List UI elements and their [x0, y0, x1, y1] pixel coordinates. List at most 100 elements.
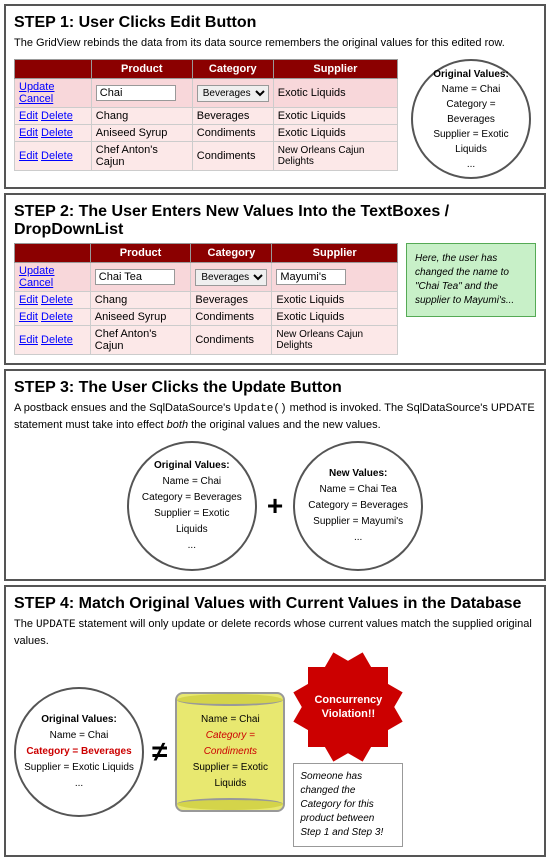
table-row: Update Cancel Beverages Exotic Liquids	[15, 79, 398, 108]
delete-link[interactable]: Delete	[41, 311, 73, 323]
col-actions	[15, 244, 91, 263]
supplier-input[interactable]	[276, 269, 346, 285]
cylinder-db: Name = Chai Category = Condiments Suppli…	[175, 692, 285, 812]
product-cell: Aniseed Syrup	[91, 125, 192, 142]
col-actions	[15, 60, 92, 79]
step3-original-circle: Original Values: Name = Chai Category = …	[127, 441, 257, 571]
step1-section: STEP 1: User Clicks Edit Button The Grid…	[4, 4, 546, 189]
product-input[interactable]	[95, 269, 175, 285]
update-link[interactable]: Update	[19, 265, 54, 277]
supplier-cell: Exotic Liquids	[273, 108, 397, 125]
step3-title: STEP 3: The User Clicks the Update Butto…	[14, 379, 536, 397]
table-row: Edit Delete Aniseed Syrup Condiments Exo…	[15, 309, 398, 326]
table-row: Update Cancel Beverages	[15, 263, 398, 292]
step4-original-text: Original Values: Name = Chai Category = …	[24, 712, 134, 792]
cancel-link[interactable]: Cancel	[19, 93, 53, 105]
concurrency-starburst: ConcurrencyViolation!!	[298, 657, 398, 757]
step3-original-text: Original Values: Name = Chai Category = …	[139, 458, 245, 554]
edit-link[interactable]: Edit	[19, 334, 38, 346]
table-row: Edit Delete Chef Anton's Cajun Condiment…	[15, 326, 398, 355]
step2-note: Here, the user has changed the name to "…	[406, 243, 536, 317]
cancel-link[interactable]: Cancel	[19, 277, 53, 289]
step2-title: STEP 2: The User Enters New Values Into …	[14, 203, 536, 239]
category-cell: Beverages	[191, 292, 272, 309]
product-cell: Chang	[90, 292, 191, 309]
row-actions: Edit Delete	[15, 108, 92, 125]
step3-section: STEP 3: The User Clicks the Update Butto…	[4, 369, 546, 581]
row-actions: Edit Delete	[15, 292, 91, 309]
supplier-cell: Exotic Liquids	[273, 79, 397, 108]
category-cell: Condiments	[191, 326, 272, 355]
green-note-box: Here, the user has changed the name to "…	[406, 243, 536, 317]
step3-desc: A postback ensues and the SqlDataSource'…	[14, 401, 536, 433]
category-cell: Condiments	[192, 142, 273, 171]
edit-link[interactable]: Edit	[19, 110, 38, 122]
product-input[interactable]	[96, 85, 176, 101]
row-actions: Update Cancel	[15, 263, 91, 292]
step3-new-text: New Values: Name = Chai Tea Category = B…	[308, 466, 408, 546]
step4-cylinder: Name = Chai Category = Condiments Suppli…	[175, 692, 285, 812]
starburst-text: ConcurrencyViolation!!	[314, 693, 382, 722]
row-actions: Edit Delete	[15, 125, 92, 142]
category-cell: Beverages	[191, 263, 272, 292]
category-select[interactable]: Beverages	[195, 269, 267, 286]
original-values-circle: Original Values: Name = Chai Category = …	[411, 59, 531, 179]
delete-link[interactable]: Delete	[41, 150, 73, 162]
product-cell: Chang	[91, 108, 192, 125]
step1-title: STEP 1: User Clicks Edit Button	[14, 14, 536, 32]
supplier-cell: Exotic Liquids	[272, 292, 398, 309]
category-cell: Beverages	[192, 79, 273, 108]
original-values-text: Original Values: Name = Chai Category = …	[423, 67, 519, 172]
step2-section: STEP 2: The User Enters New Values Into …	[4, 193, 546, 365]
step2-table-area: Product Category Supplier Update Cancel	[14, 243, 398, 355]
product-cell: Aniseed Syrup	[90, 309, 191, 326]
edit-link[interactable]: Edit	[19, 150, 38, 162]
step4-desc: The UPDATE statement will only update or…	[14, 617, 536, 649]
update-link[interactable]: Update	[19, 81, 54, 93]
product-cell: Chef Anton's Cajun	[91, 142, 192, 171]
step3-new-circle: New Values: Name = Chai Tea Category = B…	[293, 441, 423, 571]
table-row: Edit Delete Chang Beverages Exotic Liqui…	[15, 108, 398, 125]
table-row: Edit Delete Aniseed Syrup Condiments Exo…	[15, 125, 398, 142]
col-supplier: Supplier	[273, 60, 397, 79]
step2-table: Product Category Supplier Update Cancel	[14, 243, 398, 355]
table-row: Edit Delete Chang Beverages Exotic Liqui…	[15, 292, 398, 309]
category-cell: Condiments	[192, 125, 273, 142]
category-cell: Beverages	[192, 108, 273, 125]
supplier-cell: New Orleans Cajun Delights	[272, 326, 398, 355]
step1-original-values: Original Values: Name = Chai Category = …	[406, 59, 536, 179]
step4-content: Original Values: Name = Chai Category = …	[14, 657, 536, 847]
concurrency-note: Someone has changed the Category for thi…	[293, 763, 403, 847]
step1-content: Product Category Supplier Update Cancel	[14, 59, 536, 179]
edit-link[interactable]: Edit	[19, 311, 38, 323]
col-category: Category	[192, 60, 273, 79]
supplier-cell: New Orleans Cajun Delights	[273, 142, 397, 171]
row-actions: Update Cancel	[15, 79, 92, 108]
row-actions: Edit Delete	[15, 326, 91, 355]
product-cell: Chef Anton's Cajun	[90, 326, 191, 355]
delete-link[interactable]: Delete	[41, 294, 73, 306]
step1-table-area: Product Category Supplier Update Cancel	[14, 59, 398, 171]
row-actions: Edit Delete	[15, 309, 91, 326]
plus-symbol: +	[267, 490, 283, 522]
delete-link[interactable]: Delete	[41, 110, 73, 122]
step2-content: Product Category Supplier Update Cancel	[14, 243, 536, 355]
supplier-cell	[272, 263, 398, 292]
col-category: Category	[191, 244, 272, 263]
step4-right-col: ConcurrencyViolation!! Someone has chang…	[293, 657, 403, 847]
delete-link[interactable]: Delete	[41, 334, 73, 346]
step4-section: STEP 4: Match Original Values with Curre…	[4, 585, 546, 857]
row-actions: Edit Delete	[15, 142, 92, 171]
delete-link[interactable]: Delete	[41, 127, 73, 139]
supplier-cell: Exotic Liquids	[273, 125, 397, 142]
step3-circles: Original Values: Name = Chai Category = …	[14, 441, 536, 571]
table-row: Edit Delete Chef Anton's Cajun Condiment…	[15, 142, 398, 171]
category-cell: Condiments	[191, 309, 272, 326]
category-select[interactable]: Beverages	[197, 85, 269, 102]
edit-link[interactable]: Edit	[19, 294, 38, 306]
col-product: Product	[90, 244, 191, 263]
product-cell	[90, 263, 191, 292]
col-supplier: Supplier	[272, 244, 398, 263]
step4-original-circle: Original Values: Name = Chai Category = …	[14, 687, 144, 817]
edit-link[interactable]: Edit	[19, 127, 38, 139]
